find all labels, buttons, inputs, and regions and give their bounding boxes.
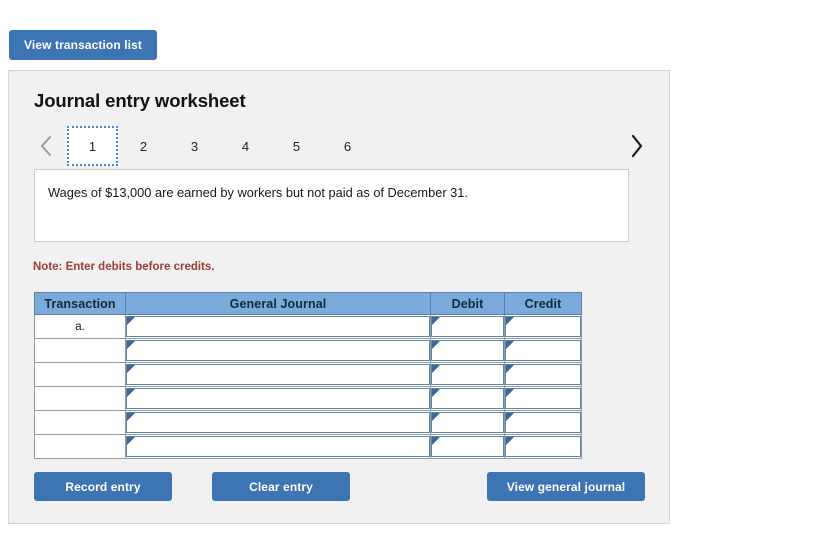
- view-general-journal-button[interactable]: View general journal: [487, 472, 645, 501]
- credit-field[interactable]: [505, 388, 581, 409]
- general-journal-field[interactable]: [126, 364, 430, 385]
- debit-field-cell: [430, 386, 505, 411]
- credit-field-cell: [504, 362, 582, 387]
- general-journal-field[interactable]: [126, 412, 430, 433]
- debit-field[interactable]: [431, 364, 504, 385]
- journal-entry-table: Transaction General Journal Debit Credit…: [34, 292, 582, 459]
- debit-field[interactable]: [431, 436, 504, 457]
- clear-entry-button[interactable]: Clear entry: [212, 472, 350, 501]
- credit-field-cell: [504, 338, 582, 363]
- credit-field[interactable]: [505, 340, 581, 361]
- general-journal-field[interactable]: [126, 316, 430, 337]
- table-row: [34, 386, 582, 411]
- table-row: a.: [34, 314, 582, 339]
- column-header-debit: Debit: [430, 292, 505, 315]
- debit-field[interactable]: [431, 316, 504, 337]
- tab-4[interactable]: 4: [220, 126, 271, 166]
- credit-field-cell: [504, 386, 582, 411]
- table-row: [34, 362, 582, 387]
- worksheet-pager: 1 2 3 4 5 6: [33, 126, 649, 168]
- table-row: [34, 338, 582, 363]
- general-journal-field[interactable]: [126, 340, 430, 361]
- debit-field-cell: [430, 314, 505, 339]
- debit-field-cell: [430, 362, 505, 387]
- debit-field[interactable]: [431, 340, 504, 361]
- transaction-cell: [34, 410, 126, 435]
- tab-3[interactable]: 3: [169, 126, 220, 166]
- credit-field-cell: [504, 314, 582, 339]
- transaction-cell: [34, 338, 126, 363]
- credit-field[interactable]: [505, 316, 581, 337]
- record-entry-button[interactable]: Record entry: [34, 472, 172, 501]
- tab-2[interactable]: 2: [118, 126, 169, 166]
- debits-before-credits-note: Note: Enter debits before credits.: [33, 261, 215, 273]
- debit-field-cell: [430, 338, 505, 363]
- debit-field[interactable]: [431, 388, 504, 409]
- tab-5[interactable]: 5: [271, 126, 322, 166]
- general-journal-field-cell: [125, 338, 431, 363]
- credit-field[interactable]: [505, 436, 581, 457]
- general-journal-field-cell: [125, 314, 431, 339]
- credit-field[interactable]: [505, 364, 581, 385]
- debit-field[interactable]: [431, 412, 504, 433]
- page-title: Journal entry worksheet: [34, 90, 246, 111]
- chevron-right-icon[interactable]: [623, 126, 649, 166]
- view-transaction-list-button[interactable]: View transaction list: [9, 30, 157, 60]
- table-header-row: Transaction General Journal Debit Credit: [34, 292, 582, 315]
- transaction-cell: [34, 362, 126, 387]
- chevron-left-icon[interactable]: [33, 126, 59, 166]
- transaction-cell: [34, 434, 126, 459]
- table-row: [34, 410, 582, 435]
- instruction-text: Wages of $13,000 are earned by workers b…: [48, 185, 468, 200]
- transaction-cell: a.: [34, 314, 126, 339]
- credit-field-cell: [504, 434, 582, 459]
- column-header-general-journal: General Journal: [125, 292, 431, 315]
- credit-field-cell: [504, 410, 582, 435]
- column-header-credit: Credit: [504, 292, 582, 315]
- tab-1[interactable]: 1: [67, 126, 118, 166]
- general-journal-field-cell: [125, 362, 431, 387]
- journal-entry-panel: Journal entry worksheet 1 2 3 4 5 6 Wage…: [8, 70, 670, 524]
- general-journal-field-cell: [125, 434, 431, 459]
- transaction-cell: [34, 386, 126, 411]
- tab-6[interactable]: 6: [322, 126, 373, 166]
- table-row: [34, 434, 582, 459]
- column-header-transaction: Transaction: [34, 292, 126, 315]
- journal-table-body: a.: [34, 314, 582, 459]
- worksheet-tab-strip: 1 2 3 4 5 6: [67, 126, 373, 166]
- general-journal-field[interactable]: [126, 436, 430, 457]
- general-journal-field-cell: [125, 410, 431, 435]
- debit-field-cell: [430, 434, 505, 459]
- instruction-box: Wages of $13,000 are earned by workers b…: [34, 169, 629, 242]
- general-journal-field-cell: [125, 386, 431, 411]
- credit-field[interactable]: [505, 412, 581, 433]
- general-journal-field[interactable]: [126, 388, 430, 409]
- debit-field-cell: [430, 410, 505, 435]
